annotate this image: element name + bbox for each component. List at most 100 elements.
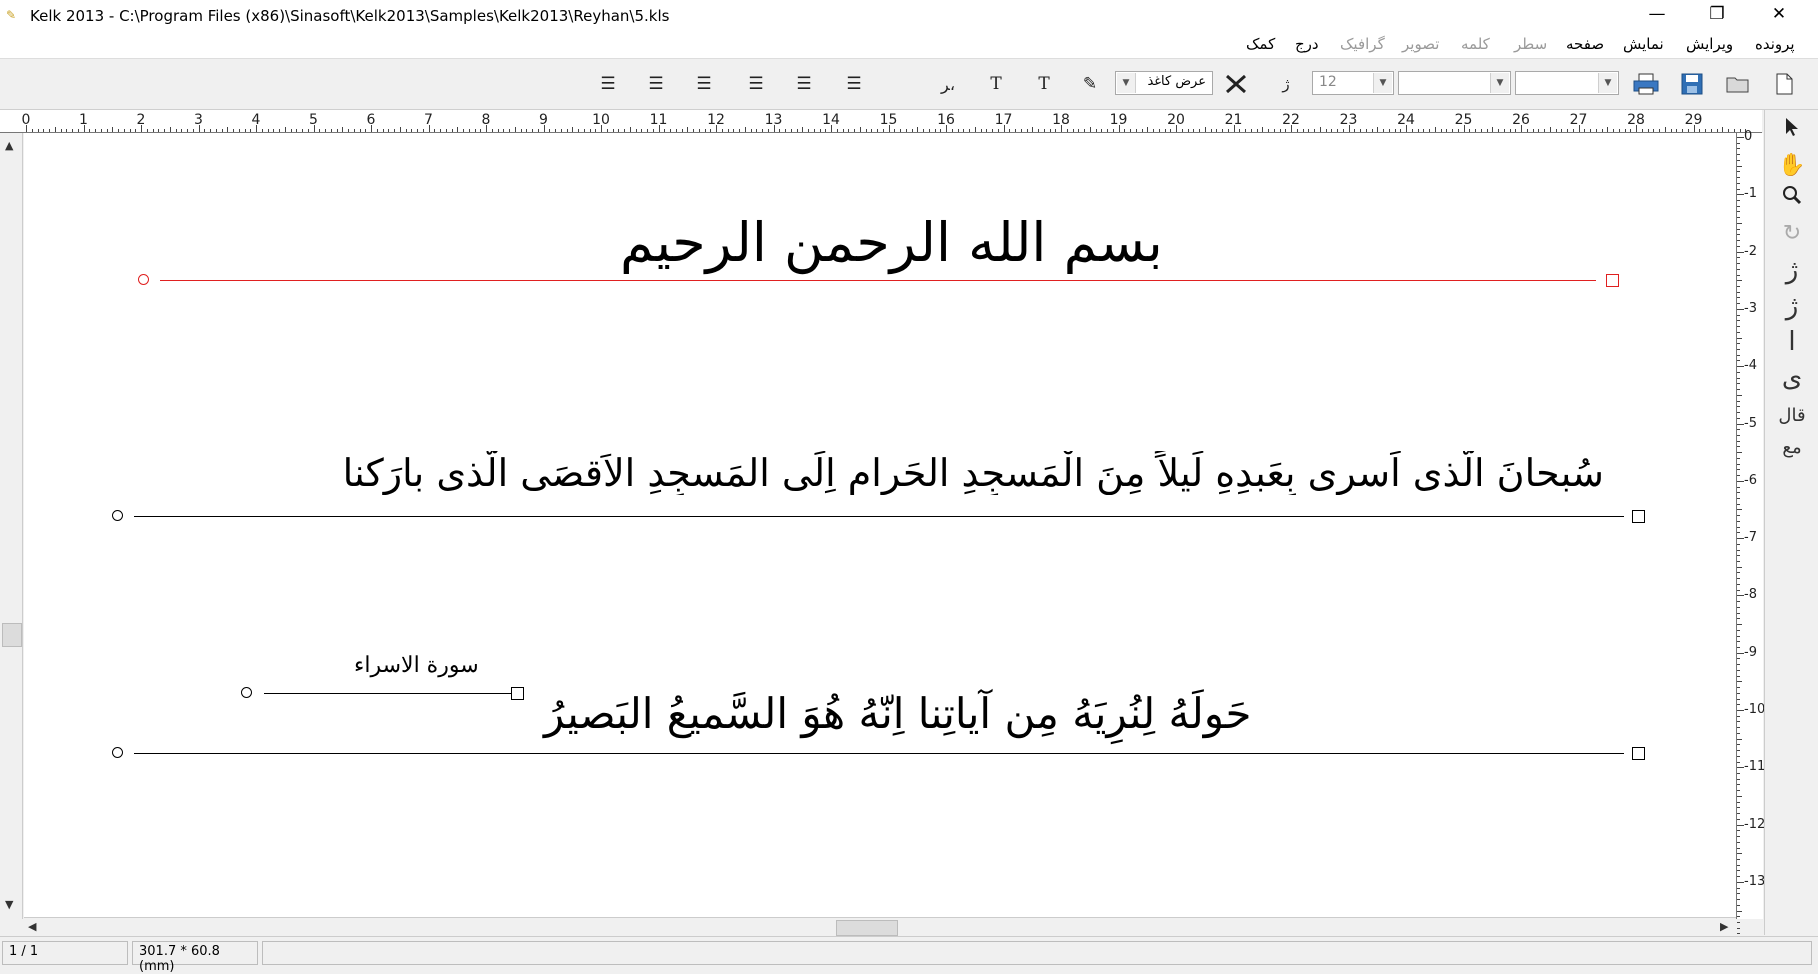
print-icon[interactable] [1632, 71, 1660, 97]
ruler-tick [963, 129, 965, 132]
menu-word[interactable]: کلمه [1461, 35, 1490, 53]
horizontal-scrollbar[interactable]: ◀ ▶ [24, 917, 1736, 936]
line-end-handle[interactable] [1632, 510, 1645, 523]
scroll-thumb[interactable] [836, 920, 898, 936]
ruler-tick [526, 129, 528, 132]
direction-icon[interactable]: ﺮ، [934, 71, 962, 97]
ruler-tick [854, 129, 855, 132]
glyph-tool-ye[interactable]: ی [1773, 362, 1811, 394]
menu-page[interactable]: صفحه [1566, 35, 1604, 53]
font-combo-1[interactable]: ▼ [1515, 71, 1619, 95]
label-start-handle[interactable] [241, 687, 252, 698]
tools-icon[interactable] [1222, 71, 1250, 97]
ruler-tick [1737, 601, 1740, 603]
ruler-tick [750, 129, 752, 132]
menu-view[interactable]: نمایش [1623, 35, 1664, 53]
glyph-tool-ma[interactable]: مع [1773, 432, 1811, 464]
pointer-icon[interactable] [1773, 116, 1811, 148]
font-combo-2[interactable]: ▼ [1398, 71, 1511, 95]
ruler-tick [1737, 858, 1740, 860]
ruler-tick [1737, 394, 1742, 396]
kashida-icon[interactable]: ﮊ [1272, 71, 1300, 97]
ruler-tick [1204, 127, 1206, 132]
menu-help[interactable]: کمک [1246, 35, 1275, 53]
scroll-thumb[interactable] [2, 623, 22, 647]
ruler-tick [1061, 125, 1062, 132]
ruler-tick [1578, 125, 1580, 132]
restore-button[interactable]: ❐ [1688, 0, 1746, 30]
surah-label[interactable]: سورة الاسراء [354, 653, 479, 678]
justify-icon[interactable]: ☰ [642, 71, 670, 97]
glyph-tool-zhe[interactable]: ژ [1773, 254, 1811, 286]
glyph-tool-qal[interactable]: قال [1773, 400, 1811, 432]
zoom-icon[interactable] [1773, 184, 1811, 216]
label-end-handle[interactable] [511, 687, 524, 700]
align-right-icon[interactable]: ☰ [840, 71, 868, 97]
new-file-icon[interactable] [1770, 71, 1798, 97]
ruler-tick [1737, 366, 1744, 368]
menu-graphic[interactable]: گرافیک [1340, 35, 1385, 53]
size-indicator: 301.7 * 60.8 (mm) [132, 941, 258, 974]
calligraphy-line-1[interactable]: بسم الله الرحمن الرحیم [620, 211, 1163, 274]
scroll-up-icon[interactable]: ▲ [5, 139, 13, 152]
save-icon[interactable] [1678, 71, 1706, 97]
ruler-tick [1737, 440, 1740, 442]
ruler-tick [1423, 129, 1425, 132]
menu-line[interactable]: سطر [1514, 35, 1547, 53]
open-folder-icon[interactable] [1724, 71, 1752, 97]
scroll-left-icon[interactable]: ◀ [28, 920, 36, 933]
vertical-scrollbar[interactable]: ▲ ▼ [0, 133, 23, 919]
menu-file[interactable]: پرونده [1755, 35, 1795, 53]
ruler-tick [1664, 127, 1666, 132]
width-select[interactable]: عرض کاغذ ▼ [1115, 71, 1213, 95]
ruler-tick [1273, 129, 1275, 132]
ruler-tick [1101, 129, 1103, 132]
line-end-handle[interactable] [1606, 274, 1619, 287]
calligraphy-line-3[interactable]: حَولَهُ لِنُرِیَهُ مِن آیاتِنا اِنّهُ هُ… [544, 689, 1251, 738]
align-center-icon[interactable]: ☰ [790, 71, 818, 97]
justify-left-icon[interactable]: ☰ [594, 71, 622, 97]
ruler-tick [1446, 129, 1448, 132]
justify-right-icon[interactable]: ☰ [690, 71, 718, 97]
scroll-right-icon[interactable]: ▶ [1720, 920, 1728, 933]
font-size-combo[interactable]: 12 ▼ [1312, 71, 1394, 95]
ruler-tick [624, 129, 625, 132]
ruler-tick [1737, 807, 1740, 809]
ruler-tick [359, 129, 361, 132]
text-size-icon[interactable]: T [1030, 71, 1058, 97]
ruler-tick [1737, 721, 1740, 723]
chevron-down-icon: ▼ [1490, 73, 1509, 93]
hand-icon[interactable]: ✋ [1773, 150, 1811, 182]
ruler-tick [813, 129, 815, 132]
ruler-tick [175, 129, 177, 132]
glyph-tool-alef[interactable]: ا [1773, 326, 1811, 358]
line-start-handle[interactable] [112, 747, 123, 758]
ruler-tick [307, 129, 309, 132]
ruler-number: -4 [1744, 358, 1757, 374]
menu-edit[interactable]: ویرایش [1686, 35, 1733, 53]
minimize-button[interactable]: — [1628, 0, 1686, 30]
calligraphy-line-2[interactable]: سُبحانَ الّذی اَسری بِعَبدِهِ لَیلاً مِن… [174, 451, 1604, 495]
menu-image[interactable]: تصویر [1402, 35, 1439, 53]
ruler-tick [796, 129, 798, 132]
glyph-tool-kashida[interactable]: ﮊ [1773, 290, 1811, 322]
ruler-tick [652, 129, 654, 132]
close-button[interactable]: ✕ [1750, 0, 1808, 30]
line-baseline [134, 516, 1624, 517]
align-left-icon[interactable]: ☰ [742, 71, 770, 97]
scroll-down-icon[interactable]: ▼ [5, 898, 13, 911]
pen-icon[interactable]: ✎ [1076, 71, 1104, 97]
ruler-tick [1561, 129, 1563, 132]
line-start-handle[interactable] [138, 274, 149, 285]
ruler-tick [1411, 129, 1413, 132]
text-style-icon[interactable]: T [982, 71, 1010, 97]
line-start-handle[interactable] [112, 510, 123, 521]
horizontal-ruler: 0 1 2 3 4 5 6 7 8 9 10 11 12 13 14 15 16 17 18 19 20 21 22 23 24… [0, 110, 1762, 133]
line-end-handle[interactable] [1632, 747, 1645, 760]
document-canvas[interactable]: بسم الله الرحمن الرحیم سُبحانَ الّذی اَس… [24, 133, 1736, 919]
ruler-tick [1737, 710, 1744, 711]
menu-insert[interactable]: درج [1295, 35, 1319, 53]
ruler-tick [1737, 406, 1740, 408]
rotate-icon[interactable]: ↻ [1773, 218, 1811, 250]
ruler-tick [612, 129, 614, 132]
